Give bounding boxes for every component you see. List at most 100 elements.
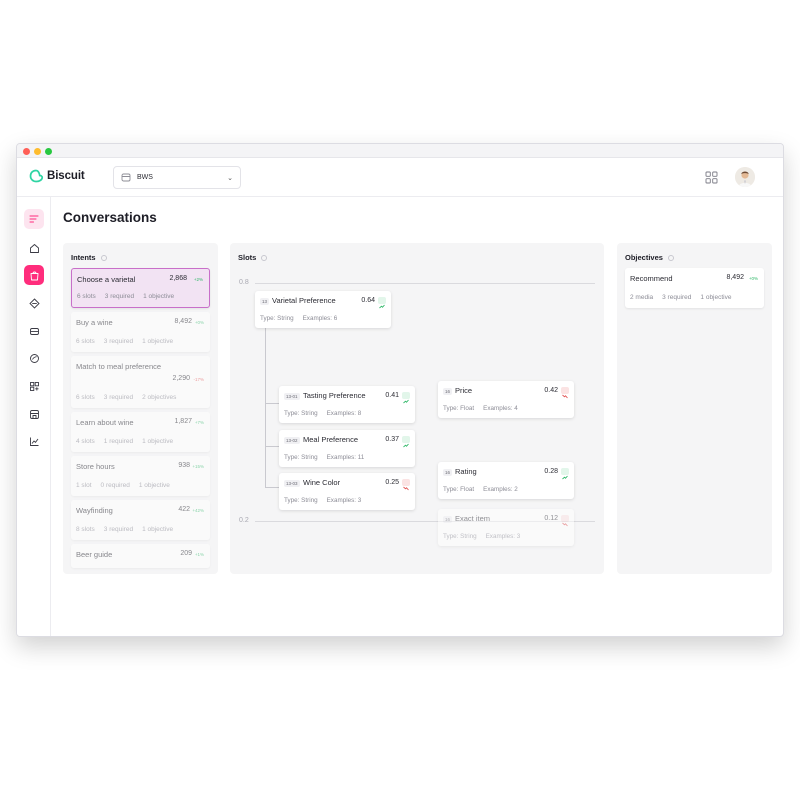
intent-meta: 1 slot 0 required 1 objective	[76, 482, 170, 489]
objective-card-recommend[interactable]: Recommend 8,492 +0% 2 media 3 required 1…	[625, 268, 764, 308]
slot-score: 0.64	[361, 297, 375, 304]
tree-connector	[265, 487, 280, 488]
trend-down-icon	[561, 387, 569, 399]
intents-panel: Intents Choose a varietal 2,868 +2% 6 sl…	[63, 243, 218, 574]
slot-name: Price	[455, 386, 473, 395]
sidebar-item-analytics[interactable]	[24, 431, 44, 451]
intent-meta: 6 slots 3 required 1 objective	[77, 293, 174, 300]
tree-connector	[265, 446, 280, 447]
chart-icon	[29, 437, 38, 446]
slot-score: 0.25	[385, 479, 399, 486]
sidebar-item-blocks[interactable]	[24, 376, 44, 396]
workspace-select[interactable]: BWS ⌄	[113, 166, 241, 189]
diamond-icon	[28, 297, 40, 309]
slot-type: Type: String	[284, 454, 318, 461]
intent-trend: +7%	[194, 419, 204, 425]
chevron-down-icon: ⌄	[227, 174, 233, 182]
intent-name: Choose a varietal	[77, 275, 136, 284]
slot-id: 13-01	[284, 393, 300, 400]
slot-score: 0.42	[544, 387, 558, 394]
trend-up-icon	[402, 436, 410, 448]
slot-name: Varietal Preference	[272, 296, 336, 305]
intent-slots: 1 slot	[76, 482, 92, 489]
slot-examples: Examples: 2	[483, 486, 518, 493]
user-avatar[interactable]	[735, 167, 755, 187]
sidebar-item-chat[interactable]	[24, 348, 44, 368]
slot-card-varietal-preference[interactable]: 13 Varietal Preference 0.64 Type: String…	[255, 291, 391, 328]
window-titlebar	[17, 144, 783, 158]
intent-required: 1 required	[103, 438, 134, 445]
slot-id: 16	[443, 516, 453, 523]
sidebar-item-diamond[interactable]	[24, 293, 44, 313]
intent-card-learn-about-wine[interactable]: Learn about wine 1,827 +7% 4 slots 1 req…	[71, 412, 210, 452]
intent-slots: 6 slots	[77, 293, 96, 300]
intent-card-store-hours[interactable]: Store hours 938 +15% 1 slot 0 required 1…	[71, 456, 210, 496]
app-name: Biscuit	[47, 170, 85, 182]
close-window-button[interactable]	[23, 147, 30, 155]
intent-count: 2,868	[169, 275, 187, 282]
slot-examples: Examples: 6	[302, 315, 338, 322]
slot-card-meal-preference[interactable]: 13-02 Meal Preference 0.37 Type: String …	[279, 430, 415, 467]
chat-icon	[29, 353, 39, 363]
trend-down-icon	[402, 479, 410, 491]
slot-card-tasting-preference[interactable]: 13-01 Tasting Preference 0.41 Type: Stri…	[279, 386, 415, 423]
menu-icon	[29, 215, 39, 223]
sidebar-item-conversations[interactable]	[24, 265, 44, 285]
info-icon[interactable]	[667, 254, 674, 261]
slot-meta: Type: String Examples: 3	[284, 497, 361, 504]
slot-examples: Examples: 4	[483, 405, 518, 412]
slot-id: 13	[260, 298, 270, 305]
slot-score: 0.12	[544, 515, 558, 522]
logo[interactable]: Biscuit	[29, 169, 85, 183]
objectives-title-text: Objectives	[625, 253, 663, 262]
slot-card-price[interactable]: 16 Price 0.42 Type: Float Examples: 4	[438, 381, 574, 418]
intent-card-match-to-meal-preference[interactable]: Match to meal preference 2,290 -17% 6 sl…	[71, 356, 210, 408]
intent-count: 1,827	[174, 418, 192, 425]
slot-card-exact-item[interactable]: 16 Exact item 0.12 Type: String Examples…	[438, 509, 574, 546]
intent-meta: 6 slots 3 required 2 objectives	[76, 394, 176, 401]
maximize-window-button[interactable]	[45, 147, 52, 155]
intent-card-choose-a-varietal[interactable]: Choose a varietal 2,868 +2% 6 slots 3 re…	[71, 268, 210, 308]
slot-meta: Type: String Examples: 8	[284, 410, 361, 417]
intent-objective: 1 objective	[142, 338, 174, 345]
minimize-window-button[interactable]	[34, 147, 41, 155]
intent-count: 209	[180, 550, 192, 557]
intent-required: 3 required	[103, 394, 134, 401]
sidebar-item-chip[interactable]	[24, 321, 44, 341]
info-icon[interactable]	[100, 254, 107, 261]
slot-meta: Type: String Examples: 6	[260, 315, 337, 322]
intent-card-wayfinding[interactable]: Wayfinding 422 +42% 8 slots 3 required 1…	[71, 500, 210, 540]
intent-count: 938	[178, 462, 190, 469]
objective-required: 3 required	[662, 294, 692, 301]
slot-type: Type: Float	[443, 405, 475, 412]
intent-name: Wayfinding	[76, 506, 113, 515]
intent-required: 3 required	[103, 338, 134, 345]
intent-name: Match to meal preference	[76, 362, 162, 371]
slot-id: 16	[443, 388, 453, 395]
slot-examples: Examples: 3	[485, 533, 521, 540]
apps-grid-button[interactable]	[705, 171, 718, 184]
intent-slots: 6 slots	[76, 338, 95, 345]
intent-trend: -17%	[193, 376, 204, 382]
sidebar-item-store[interactable]	[24, 404, 44, 424]
objective-count: 8,492	[726, 274, 744, 281]
intent-objective: 2 objectives	[142, 394, 177, 401]
intent-trend: +42%	[192, 507, 204, 513]
objective-media: 2 media	[630, 294, 654, 301]
intent-card-buy-a-wine[interactable]: Buy a wine 8,492 +0% 6 slots 3 required …	[71, 312, 210, 352]
trend-up-icon	[402, 392, 410, 404]
slot-examples: Examples: 8	[326, 410, 362, 417]
sidebar	[17, 197, 51, 636]
info-icon[interactable]	[261, 254, 268, 261]
sidebar-menu-button[interactable]	[24, 209, 44, 229]
slots-panel: Slots 0.8 0.2 13 Varietal Preference 0.6…	[230, 243, 604, 574]
slot-meta: Type: Float Examples: 4	[443, 405, 518, 412]
scale-bottom-label: 0.2	[239, 517, 249, 524]
slot-card-wine-color[interactable]: 13-03 Wine Color 0.25 Type: String Examp…	[279, 473, 415, 510]
intent-name: Learn about wine	[76, 418, 134, 427]
sidebar-item-home[interactable]	[24, 238, 44, 258]
slot-card-rating[interactable]: 16 Rating 0.28 Type: Float Examples: 2	[438, 462, 574, 499]
slot-name: Tasting Preference	[303, 391, 366, 400]
intent-trend: +0%	[194, 319, 204, 325]
intent-card-beer-guide[interactable]: Beer guide 209 +1%	[71, 544, 210, 568]
